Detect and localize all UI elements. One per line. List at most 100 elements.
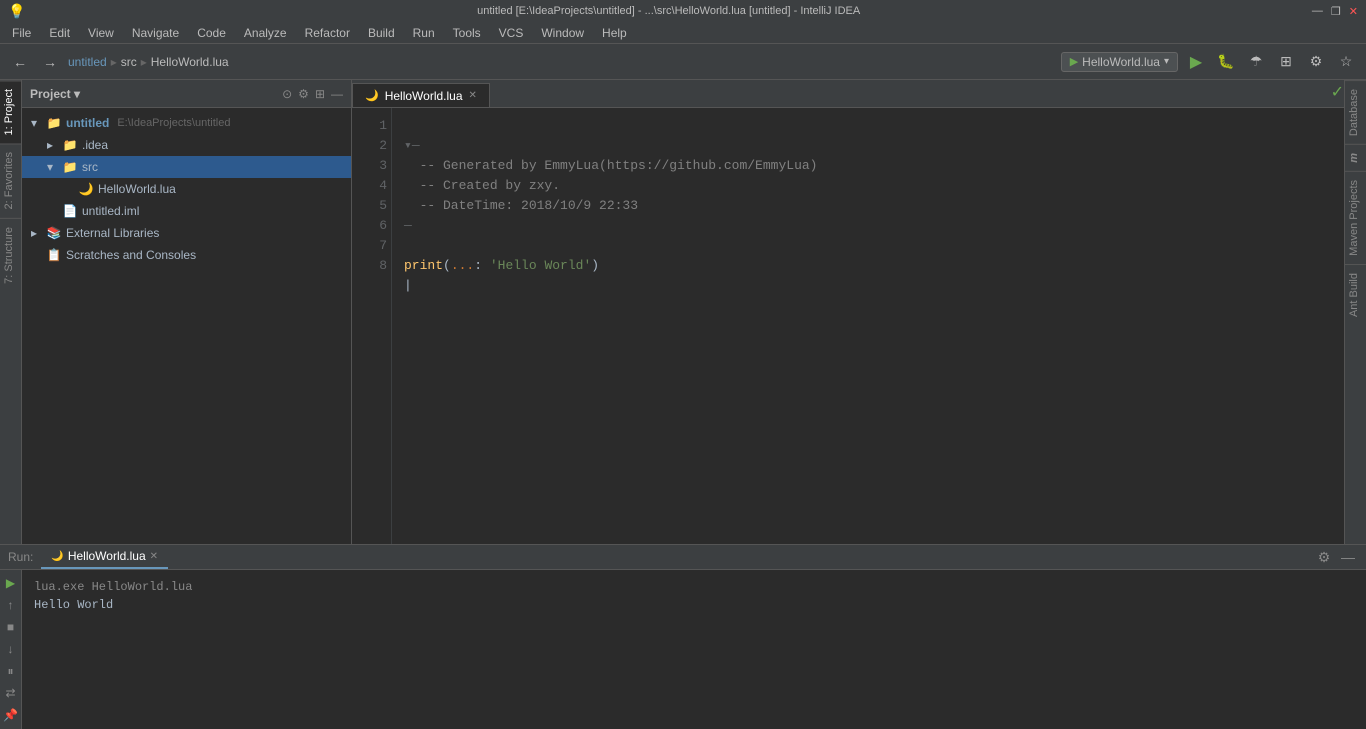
- code-line-8: |: [404, 278, 412, 293]
- bookmark-button[interactable]: ☆: [1334, 50, 1358, 74]
- run-button[interactable]: ▶: [1184, 50, 1208, 74]
- right-tab-ant[interactable]: Ant Build: [1345, 264, 1366, 325]
- bottom-output: lua.exe HelloWorld.lua Hello World: [22, 570, 1366, 729]
- project-title: Project ▾: [30, 87, 276, 101]
- tree-label-src: src: [82, 160, 98, 174]
- tree-item-root[interactable]: ▾ 📁 untitled E:\IdeaProjects\untitled: [22, 112, 351, 134]
- bottom-run-btn[interactable]: ▶: [2, 574, 20, 592]
- bottom-pause-btn[interactable]: ⏸: [2, 662, 20, 680]
- breadcrumb-src[interactable]: src: [121, 55, 137, 69]
- tab-label-hw: HelloWorld.lua: [385, 89, 463, 103]
- tree-arrow-iml: [42, 203, 58, 219]
- left-tab-project[interactable]: 1: Project: [0, 80, 21, 143]
- run-config-label: HelloWorld.lua: [1082, 55, 1160, 69]
- line-numbers: 1 2 3 4 5 6 7 8: [352, 108, 392, 544]
- debug-button[interactable]: 🐛: [1214, 50, 1238, 74]
- right-tab-maven[interactable]: m: [1345, 144, 1366, 171]
- breadcrumb-sep1: ▸: [111, 55, 117, 69]
- tree-arrow-extlibs: ▸: [26, 225, 42, 241]
- menu-tools[interactable]: Tools: [445, 24, 489, 42]
- bottom-tabs-bar: Run: 🌙 HelloWorld.lua ✕ ⚙ —: [0, 545, 1366, 570]
- window-title: untitled [E:\IdeaProjects\untitled] - ..…: [25, 5, 1311, 17]
- run-config-dropdown-icon[interactable]: ▾: [1164, 56, 1169, 67]
- output-line-2: Hello World: [34, 596, 1354, 614]
- run-label: Run:: [8, 550, 33, 564]
- file-icon-hw: 🌙: [78, 181, 94, 197]
- line-num-8: 8: [356, 256, 387, 276]
- folder-icon-idea: 📁: [62, 137, 78, 153]
- code-line-3: -- Created by zxy.: [404, 178, 560, 193]
- menu-build[interactable]: Build: [360, 24, 403, 42]
- project-header: Project ▾ ⊙ ⚙ ⊞ —: [22, 80, 351, 108]
- line-num-2: 2: [356, 136, 387, 156]
- bottom-scroll-up[interactable]: ↑: [2, 596, 20, 614]
- code-line-4: -- DateTime: 2018/10/9 22:33: [404, 198, 638, 213]
- folder-icon-scratches: 📋: [46, 247, 62, 263]
- left-tab-favorites[interactable]: 2: Favorites: [0, 143, 21, 217]
- right-tab-maven-projects[interactable]: Maven Projects: [1345, 171, 1366, 264]
- right-tab-database[interactable]: Database: [1345, 80, 1366, 144]
- tree-item-helloworld[interactable]: 🌙 HelloWorld.lua: [22, 178, 351, 200]
- app-icon: 💡: [8, 3, 25, 20]
- right-strip: Database m Maven Projects Ant Build: [1344, 80, 1366, 544]
- menu-view[interactable]: View: [80, 24, 122, 42]
- project-close-btn[interactable]: —: [331, 87, 343, 101]
- editor-area: 🌙 HelloWorld.lua ✕ 1 2 3 4 5: [352, 80, 1366, 544]
- bottom-wrap-btn[interactable]: ⇄: [2, 684, 20, 702]
- maximize-button[interactable]: ❐: [1331, 5, 1341, 18]
- profile-button[interactable]: ⊞: [1274, 50, 1298, 74]
- left-tab-structure[interactable]: 7: Structure: [0, 218, 21, 292]
- tab-close-hw[interactable]: ✕: [469, 90, 477, 101]
- menu-vcs[interactable]: VCS: [491, 24, 532, 42]
- forward-button[interactable]: →: [38, 50, 62, 74]
- menu-navigate[interactable]: Navigate: [124, 24, 187, 42]
- bottom-tab-close-hw[interactable]: ✕: [150, 551, 158, 562]
- output-line-1: lua.exe HelloWorld.lua: [34, 578, 1354, 596]
- breadcrumb-project[interactable]: untitled: [68, 55, 107, 69]
- menu-file[interactable]: File: [4, 24, 39, 42]
- breadcrumb-file[interactable]: HelloWorld.lua: [151, 55, 229, 69]
- bottom-settings-btn[interactable]: ⚙: [1314, 547, 1334, 567]
- editor-tabs: 🌙 HelloWorld.lua ✕: [352, 80, 1366, 108]
- line-num-5: 5: [356, 196, 387, 216]
- tree-item-extlibs[interactable]: ▸ 📚 External Libraries: [22, 222, 351, 244]
- settings-button[interactable]: ⚙: [1304, 50, 1328, 74]
- project-sync-btn[interactable]: ⊙: [282, 87, 292, 101]
- menu-analyze[interactable]: Analyze: [236, 24, 295, 42]
- run-configuration[interactable]: ▶ HelloWorld.lua ▾: [1061, 52, 1178, 72]
- bottom-panel: Run: 🌙 HelloWorld.lua ✕ ⚙ — ▶ ↑ ■ ↓ ⏸ ⇄: [0, 544, 1366, 729]
- bottom-close-btn[interactable]: —: [1338, 547, 1358, 567]
- bottom-tab-helloworld[interactable]: 🌙 HelloWorld.lua ✕: [41, 545, 168, 569]
- tree-item-iml[interactable]: 📄 untitled.iml: [22, 200, 351, 222]
- tree-arrow-scratches: [26, 247, 42, 263]
- tree-label-extlibs: External Libraries: [66, 226, 159, 240]
- tree-arrow-root: ▾: [26, 115, 42, 131]
- tree-item-idea[interactable]: ▸ 📁 .idea: [22, 134, 351, 156]
- menu-window[interactable]: Window: [533, 24, 592, 42]
- folder-icon-src: 📁: [62, 159, 78, 175]
- bottom-scroll-down[interactable]: ↓: [2, 640, 20, 658]
- project-expand-btn[interactable]: ⊞: [315, 87, 325, 101]
- project-tree: ▾ 📁 untitled E:\IdeaProjects\untitled ▸ …: [22, 108, 351, 544]
- bottom-tab-icon-hw: 🌙: [51, 551, 63, 562]
- close-button[interactable]: ✕: [1349, 5, 1358, 18]
- menu-run[interactable]: Run: [405, 24, 443, 42]
- project-config-btn[interactable]: ⚙: [298, 87, 309, 101]
- menu-code[interactable]: Code: [189, 24, 234, 42]
- tree-item-scratches[interactable]: 📋 Scratches and Consoles: [22, 244, 351, 266]
- menu-help[interactable]: Help: [594, 24, 635, 42]
- coverage-button[interactable]: ☂: [1244, 50, 1268, 74]
- code-content[interactable]: ▾— -- Generated by EmmyLua(https://githu…: [392, 108, 1366, 544]
- editor-tab-helloworld[interactable]: 🌙 HelloWorld.lua ✕: [352, 83, 490, 107]
- bottom-stop-btn[interactable]: ■: [2, 618, 20, 636]
- menu-refactor[interactable]: Refactor: [297, 24, 358, 42]
- menu-edit[interactable]: Edit: [41, 24, 78, 42]
- code-editor[interactable]: 1 2 3 4 5 6 7 8 ▾— -- Generated by EmmyL…: [352, 108, 1366, 544]
- menu-bar: File Edit View Navigate Code Analyze Ref…: [0, 22, 1366, 44]
- bottom-left-strip: ▶ ↑ ■ ↓ ⏸ ⇄ 📌 🖨 🗑: [0, 570, 22, 729]
- back-button[interactable]: ←: [8, 50, 32, 74]
- minimize-button[interactable]: —: [1312, 5, 1323, 18]
- tree-item-src[interactable]: ▾ 📁 src: [22, 156, 351, 178]
- bottom-pin-btn[interactable]: 📌: [2, 706, 20, 724]
- line-num-4: 4: [356, 176, 387, 196]
